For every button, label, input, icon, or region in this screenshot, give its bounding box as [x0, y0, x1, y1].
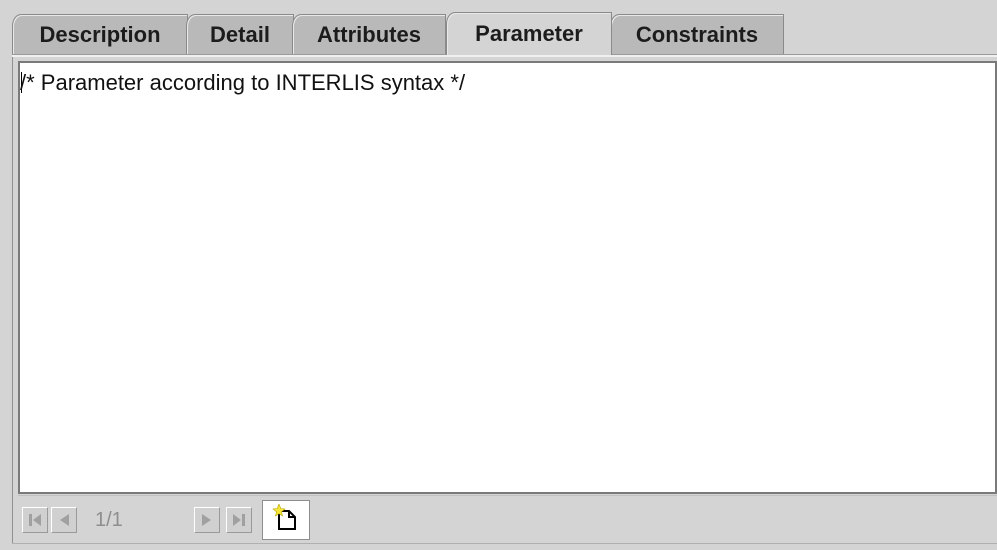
first-page-button[interactable]	[22, 507, 48, 533]
first-page-icon	[27, 512, 43, 528]
parameter-window: Description Detail Attributes Parameter …	[0, 0, 997, 550]
tab-constraints[interactable]: Constraints	[610, 14, 784, 54]
tab-attributes[interactable]: Attributes	[292, 14, 446, 54]
tab-description-label: Description	[39, 21, 161, 47]
tab-constraints-label: Constraints	[635, 21, 759, 47]
last-page-button[interactable]	[226, 507, 252, 533]
tab-attributes-label: Attributes	[317, 21, 421, 47]
tab-detail-label: Detail	[210, 21, 270, 47]
last-page-icon	[231, 512, 247, 528]
record-navigator: 1/1	[18, 495, 997, 543]
tab-parameter[interactable]: Parameter	[446, 12, 612, 55]
tab-description[interactable]: Description	[12, 14, 188, 54]
new-document-icon	[272, 502, 300, 537]
new-record-button[interactable]	[262, 500, 310, 540]
previous-page-icon	[56, 512, 72, 528]
tab-detail[interactable]: Detail	[186, 14, 294, 54]
previous-page-button[interactable]	[51, 507, 77, 533]
next-page-icon	[199, 512, 215, 528]
next-page-button[interactable]	[194, 507, 220, 533]
tab-parameter-label: Parameter	[475, 21, 583, 46]
bottom-border	[12, 543, 997, 550]
page-indicator: 1/1	[95, 509, 123, 531]
parameter-text-area[interactable]: /* Parameter according to INTERLIS synta…	[18, 61, 997, 494]
parameter-text: /* Parameter according to INTERLIS synta…	[20, 70, 466, 95]
